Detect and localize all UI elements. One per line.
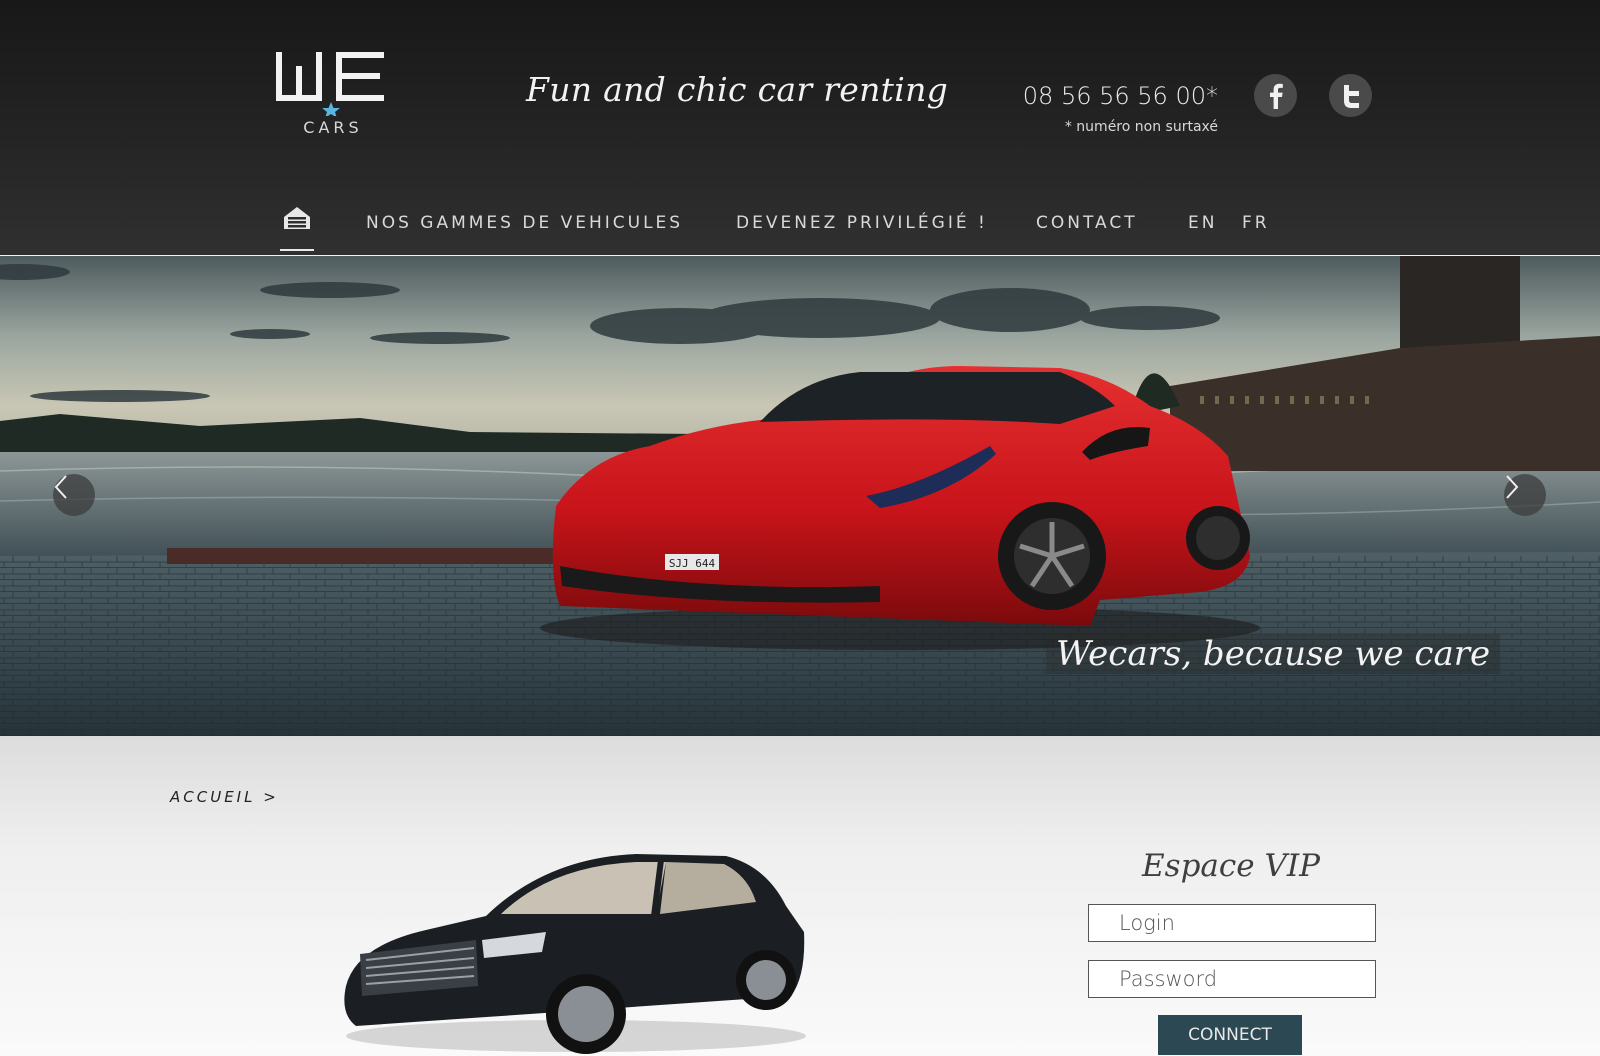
nav-home[interactable] <box>280 205 314 251</box>
tagline: Fun and chic car renting <box>526 70 949 109</box>
password-input[interactable] <box>1088 960 1376 998</box>
active-underline <box>280 249 314 251</box>
facebook-icon <box>1269 83 1283 109</box>
phone-number[interactable]: 08 56 56 56 00* <box>1010 82 1218 110</box>
main-nav: NOS GAMMES DE VEHICULES DEVENEZ PRIVILÉG… <box>0 205 1600 251</box>
nav-item-gammes[interactable]: NOS GAMMES DE VEHICULES <box>366 213 683 233</box>
sedan-image <box>344 854 806 1054</box>
breadcrumb[interactable]: ACCUEIL > <box>170 788 279 806</box>
home-garage-icon <box>284 207 310 229</box>
logo-cars-text: CARS <box>303 118 363 137</box>
content-area: ACCUEIL > Espace VIP CONNECT <box>0 736 1600 1056</box>
we-logo-mark <box>276 52 384 118</box>
license-plate: SJJ 644 <box>669 557 716 570</box>
phone-note: * numéro non surtaxé <box>1064 119 1218 135</box>
chevron-left-icon <box>54 475 67 499</box>
vip-title: Espace VIP <box>1142 848 1320 884</box>
hero-slogan: Wecars, because we care <box>1046 634 1501 674</box>
slider-next-button[interactable] <box>1504 474 1546 516</box>
chevron-right-icon <box>1506 475 1519 499</box>
hero-slider: SJJ 644 Wecars, because we care <box>0 256 1600 736</box>
lang-en[interactable]: EN <box>1188 213 1217 233</box>
nav-item-privilegie[interactable]: DEVENEZ PRIVILÉGIÉ ! <box>736 213 988 233</box>
twitter-icon <box>1343 84 1359 108</box>
site-header: CARS Fun and chic car renting 08 56 56 5… <box>0 0 1600 255</box>
we-cars-logo[interactable]: CARS <box>276 48 396 148</box>
nav-item-contact[interactable]: CONTACT <box>1036 213 1138 233</box>
login-input[interactable] <box>1088 904 1376 942</box>
star-icon <box>322 102 340 118</box>
slider-prev-button[interactable] <box>53 474 95 516</box>
twitter-button[interactable] <box>1329 74 1372 117</box>
connect-button[interactable]: CONNECT <box>1158 1015 1302 1055</box>
facebook-button[interactable] <box>1254 74 1297 117</box>
lang-fr[interactable]: FR <box>1242 213 1270 233</box>
